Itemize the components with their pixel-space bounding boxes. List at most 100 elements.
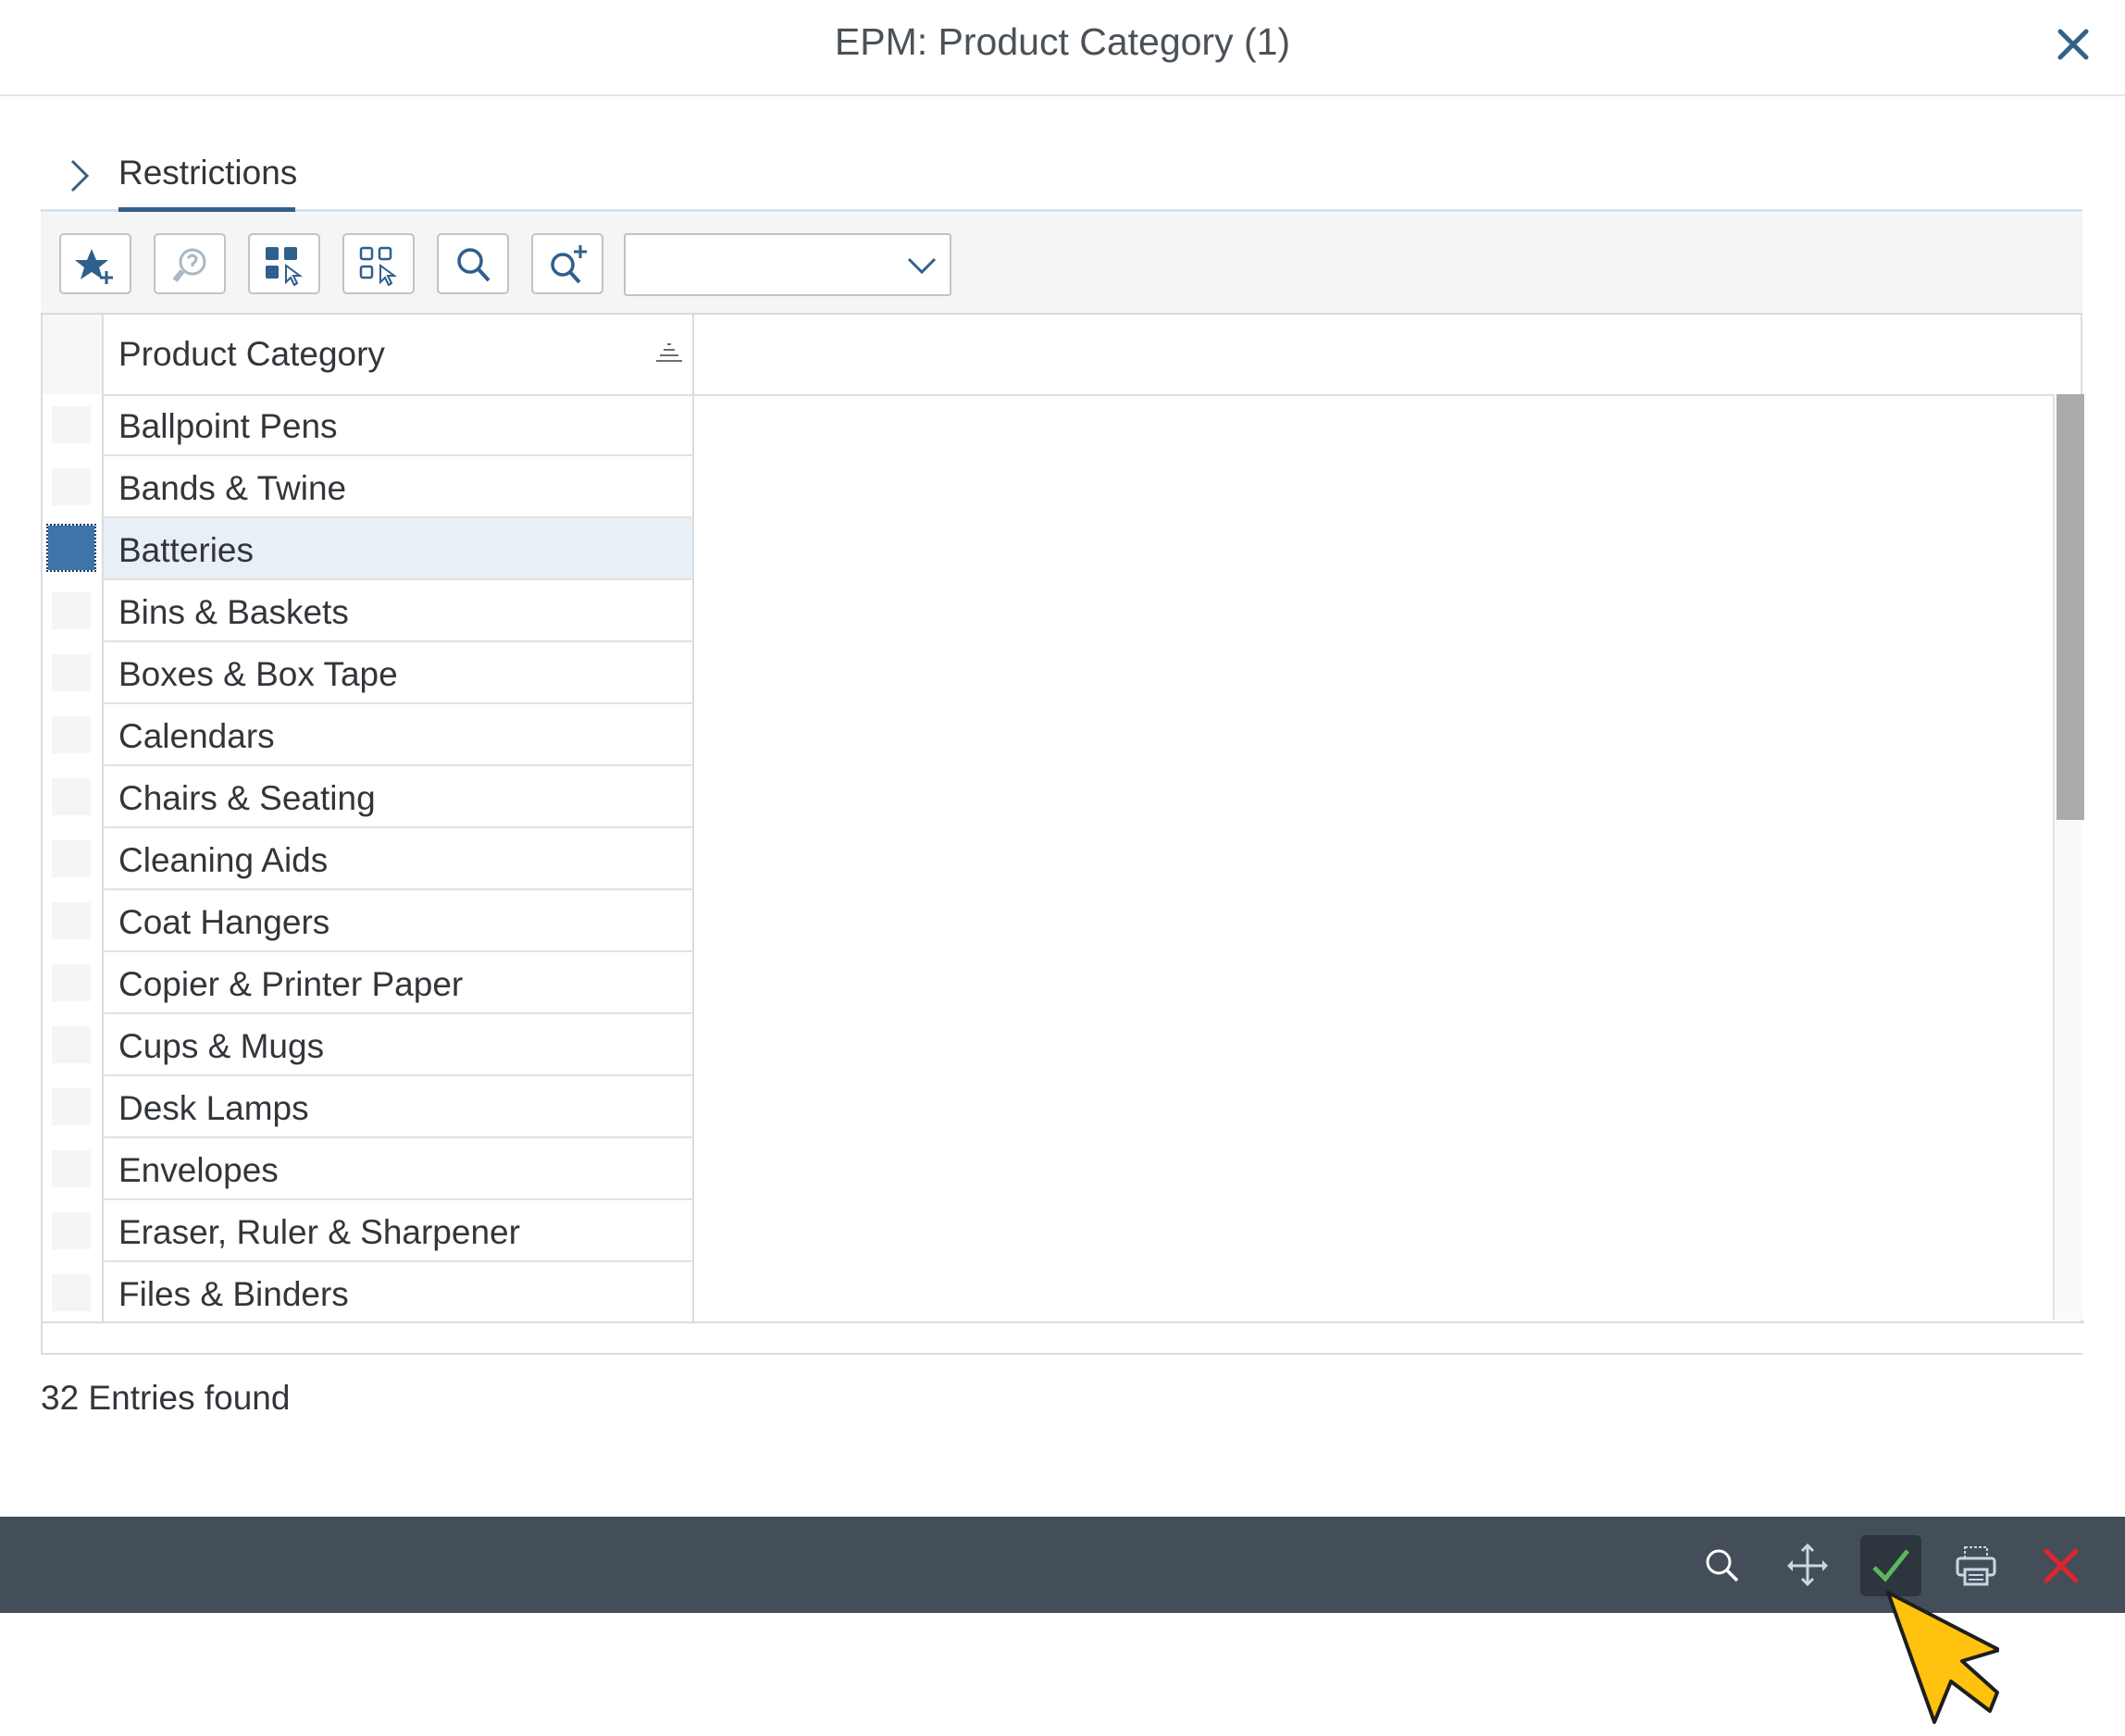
toolbar <box>41 213 2082 315</box>
row-selector-box <box>52 1212 91 1249</box>
value-table: Product Category Ballpoint Pens Bands & T… <box>41 315 2084 1355</box>
product-category-label: Copier & Printer Paper <box>118 965 464 1003</box>
row-selector-box <box>52 592 91 629</box>
product-category-label: Chairs & Seating <box>118 779 376 817</box>
row-selector-box <box>52 654 91 691</box>
table-row[interactable]: Chairs & Seating <box>43 766 2053 828</box>
product-category-label: Boxes & Box Tape <box>118 655 398 693</box>
horizontal-scrollbar[interactable] <box>43 1321 2084 1353</box>
product-category-cell[interactable]: Calendars <box>104 704 694 766</box>
product-category-cell[interactable]: Ballpoint Pens <box>104 394 694 456</box>
product-category-cell[interactable]: Copier & Printer Paper <box>104 952 694 1014</box>
table-row[interactable]: Cups & Mugs <box>43 1014 2053 1076</box>
move-icon <box>1787 1543 1828 1587</box>
mouse-pointer-icon <box>1886 1591 1999 1724</box>
row-selector[interactable] <box>43 704 104 766</box>
row-selector-box <box>52 406 91 443</box>
product-category-cell[interactable]: Desk Lamps <box>104 1076 694 1138</box>
table-row[interactable]: Eraser, Ruler & Sharpener <box>43 1200 2053 1262</box>
select-all-button[interactable] <box>248 233 320 294</box>
search-icon <box>1706 1549 1739 1582</box>
select-all-icon <box>266 247 304 286</box>
row-selector[interactable] <box>43 1262 104 1324</box>
table-row[interactable]: Batteries <box>43 518 2053 580</box>
variant-dropdown[interactable] <box>624 233 951 296</box>
row-selector[interactable] <box>43 1076 104 1138</box>
product-category-cell[interactable]: Files & Binders <box>104 1262 694 1324</box>
deselect-all-icon <box>359 246 398 286</box>
table-row[interactable]: Files & Binders <box>43 1262 2053 1324</box>
print-icon <box>1956 1546 1996 1586</box>
footer-search-button[interactable] <box>1692 1535 1753 1596</box>
product-category-cell[interactable]: Boxes & Box Tape <box>104 642 694 704</box>
row-selector[interactable] <box>43 828 104 890</box>
row-selector-box <box>52 840 91 877</box>
row-selector[interactable] <box>43 642 104 704</box>
row-selector[interactable] <box>43 518 104 580</box>
table-row[interactable]: Cleaning Aids <box>43 828 2053 890</box>
product-category-label: Ballpoint Pens <box>118 407 338 445</box>
restrictions-underline <box>118 207 295 212</box>
add-favorite-button[interactable] <box>59 233 131 294</box>
product-category-cell[interactable]: Envelopes <box>104 1138 694 1200</box>
restrictions-tab[interactable]: Restrictions <box>118 154 297 192</box>
footer-cancel-button[interactable] <box>2031 1535 2092 1596</box>
search-plus-icon <box>551 245 587 284</box>
row-selector[interactable] <box>43 456 104 518</box>
sort-icon[interactable] <box>653 341 685 368</box>
chevron-down-icon <box>907 257 937 275</box>
product-category-cell[interactable]: Bands & Twine <box>104 456 694 518</box>
close-icon[interactable] <box>2049 20 2097 68</box>
product-category-label: Cleaning Aids <box>118 841 329 879</box>
row-selector[interactable] <box>43 1200 104 1262</box>
dialog-footer <box>0 1517 2125 1613</box>
table-row[interactable]: Coat Hangers <box>43 890 2053 952</box>
product-category-cell[interactable]: Batteries <box>104 518 694 580</box>
row-selector-box <box>52 716 91 753</box>
dialog-titlebar: EPM: Product Category (1) <box>0 0 2125 96</box>
row-selector-box <box>52 778 91 815</box>
vertical-scrollbar[interactable] <box>2053 394 2084 1320</box>
table-row[interactable]: Bins & Baskets <box>43 580 2053 642</box>
column-header-product-category[interactable]: Product Category <box>104 315 694 394</box>
product-category-cell[interactable]: Cleaning Aids <box>104 828 694 890</box>
table-row[interactable]: Desk Lamps <box>43 1076 2053 1138</box>
table-row[interactable]: Boxes & Box Tape <box>43 642 2053 704</box>
row-selector[interactable] <box>43 766 104 828</box>
table-row[interactable]: Ballpoint Pens <box>43 394 2053 456</box>
row-selector[interactable] <box>43 1014 104 1076</box>
help-button[interactable] <box>154 233 226 294</box>
select-all-column-header[interactable] <box>43 315 104 394</box>
row-selector[interactable] <box>43 394 104 456</box>
entries-count: 32 Entries found <box>41 1379 291 1417</box>
cancel-icon <box>2044 1548 2079 1583</box>
product-category-cell[interactable]: Bins & Baskets <box>104 580 694 642</box>
table-row[interactable]: Envelopes <box>43 1138 2053 1200</box>
chevron-right-icon[interactable] <box>61 155 98 196</box>
deselect-all-button[interactable] <box>342 233 415 294</box>
product-category-label: Files & Binders <box>118 1275 349 1313</box>
product-category-cell[interactable]: Cups & Mugs <box>104 1014 694 1076</box>
product-category-label: Bands & Twine <box>118 469 347 507</box>
footer-navigate-button[interactable] <box>1777 1535 1838 1596</box>
product-category-label: Envelopes <box>118 1151 279 1189</box>
dialog-title: EPM: Product Category (1) <box>834 20 1291 63</box>
find-next-button[interactable] <box>531 233 603 294</box>
product-category-cell[interactable]: Chairs & Seating <box>104 766 694 828</box>
scrollbar-thumb[interactable] <box>2057 394 2084 820</box>
table-row[interactable]: Bands & Twine <box>43 456 2053 518</box>
product-category-label: Cups & Mugs <box>118 1027 325 1065</box>
find-button[interactable] <box>437 233 509 294</box>
table-row[interactable]: Copier & Printer Paper <box>43 952 2053 1014</box>
row-selector[interactable] <box>43 1138 104 1200</box>
product-category-cell[interactable]: Eraser, Ruler & Sharpener <box>104 1200 694 1262</box>
row-selector-box <box>52 1274 91 1311</box>
product-category-cell[interactable]: Coat Hangers <box>104 890 694 952</box>
product-category-label: Coat Hangers <box>118 903 330 941</box>
row-selector[interactable] <box>43 890 104 952</box>
row-selector-box <box>52 468 91 505</box>
row-selector[interactable] <box>43 952 104 1014</box>
restrictions-divider <box>41 209 2082 212</box>
row-selector[interactable] <box>43 580 104 642</box>
table-row[interactable]: Calendars <box>43 704 2053 766</box>
